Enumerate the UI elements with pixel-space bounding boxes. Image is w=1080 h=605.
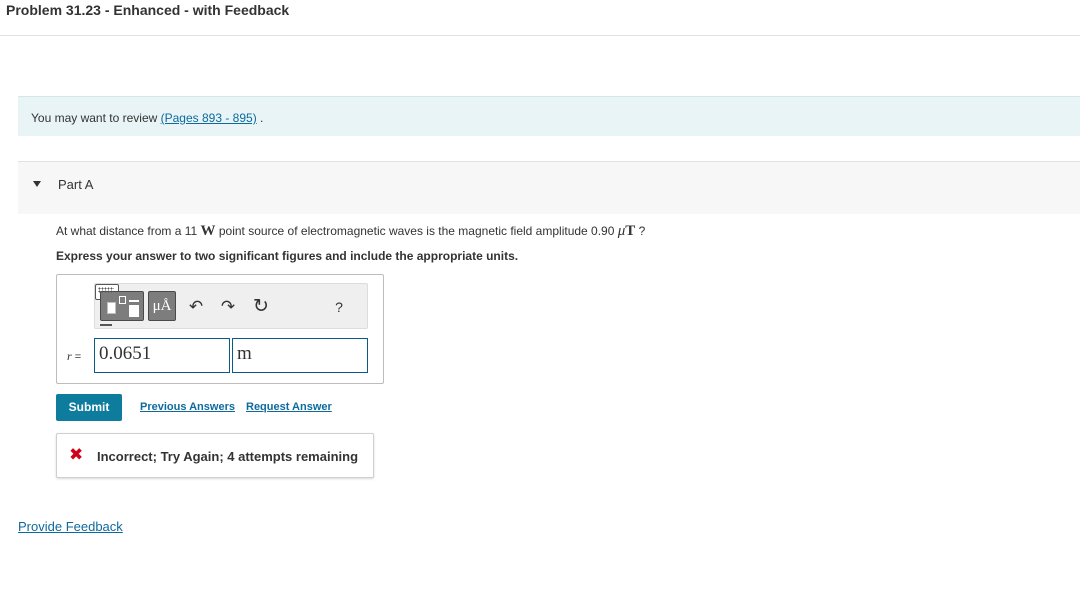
- variable-label: r =: [67, 349, 81, 364]
- help-icon[interactable]: ?: [327, 296, 351, 318]
- question-text: At what distance from a 11 W point sourc…: [56, 223, 645, 240]
- part-label: Part A: [58, 177, 94, 192]
- page-title: Problem 31.23 - Enhanced - with Feedback: [6, 2, 290, 18]
- answer-instructions: Express your answer to two significant f…: [56, 249, 519, 263]
- math-toolbar: μÅ ↶ ↷ ↻ ?: [94, 283, 368, 329]
- question-part-2: point source of electromagnetic waves is…: [215, 224, 618, 238]
- part-a-header[interactable]: Part A: [18, 161, 1080, 214]
- redo-icon[interactable]: ↷: [216, 296, 240, 318]
- reset-icon[interactable]: ↻: [249, 296, 273, 318]
- incorrect-x-icon: ✖: [69, 445, 84, 464]
- review-banner: You may want to review (Pages 893 - 895)…: [18, 96, 1080, 136]
- review-text: You may want to review (Pages 893 - 895)…: [31, 111, 263, 125]
- review-suffix: .: [256, 111, 264, 125]
- review-pages-link[interactable]: (Pages 893 - 895): [161, 111, 257, 125]
- request-answer-link[interactable]: Request Answer: [246, 401, 332, 413]
- collapse-caret-icon[interactable]: [33, 181, 41, 187]
- unit-tesla: T: [625, 223, 636, 239]
- question-part-3: ?: [635, 224, 646, 238]
- unit-watts: W: [200, 223, 216, 239]
- equals-sign: =: [71, 351, 82, 363]
- review-prefix: You may want to review: [31, 111, 161, 125]
- undo-icon[interactable]: ↶: [184, 296, 208, 318]
- title-bar: Problem 31.23 - Enhanced - with Feedback: [0, 0, 1080, 36]
- feedback-message-box: ✖ Incorrect; Try Again; 4 attempts remai…: [56, 433, 374, 478]
- units-icon: μÅ: [152, 298, 172, 314]
- answer-panel: μÅ ↶ ↷ ↻ ? r = 0.0651 m: [56, 274, 384, 384]
- submit-button[interactable]: Submit: [56, 394, 122, 421]
- units-button[interactable]: μÅ: [148, 291, 176, 321]
- templates-button[interactable]: [100, 291, 144, 321]
- value-input[interactable]: 0.0651: [94, 338, 230, 373]
- feedback-text: Incorrect; Try Again; 4 attempts remaini…: [97, 449, 359, 464]
- question-part-1: At what distance from a 11: [56, 224, 201, 238]
- units-input[interactable]: m: [232, 338, 368, 373]
- provide-feedback-link[interactable]: Provide Feedback: [18, 519, 123, 534]
- previous-answers-link[interactable]: Previous Answers: [140, 401, 235, 413]
